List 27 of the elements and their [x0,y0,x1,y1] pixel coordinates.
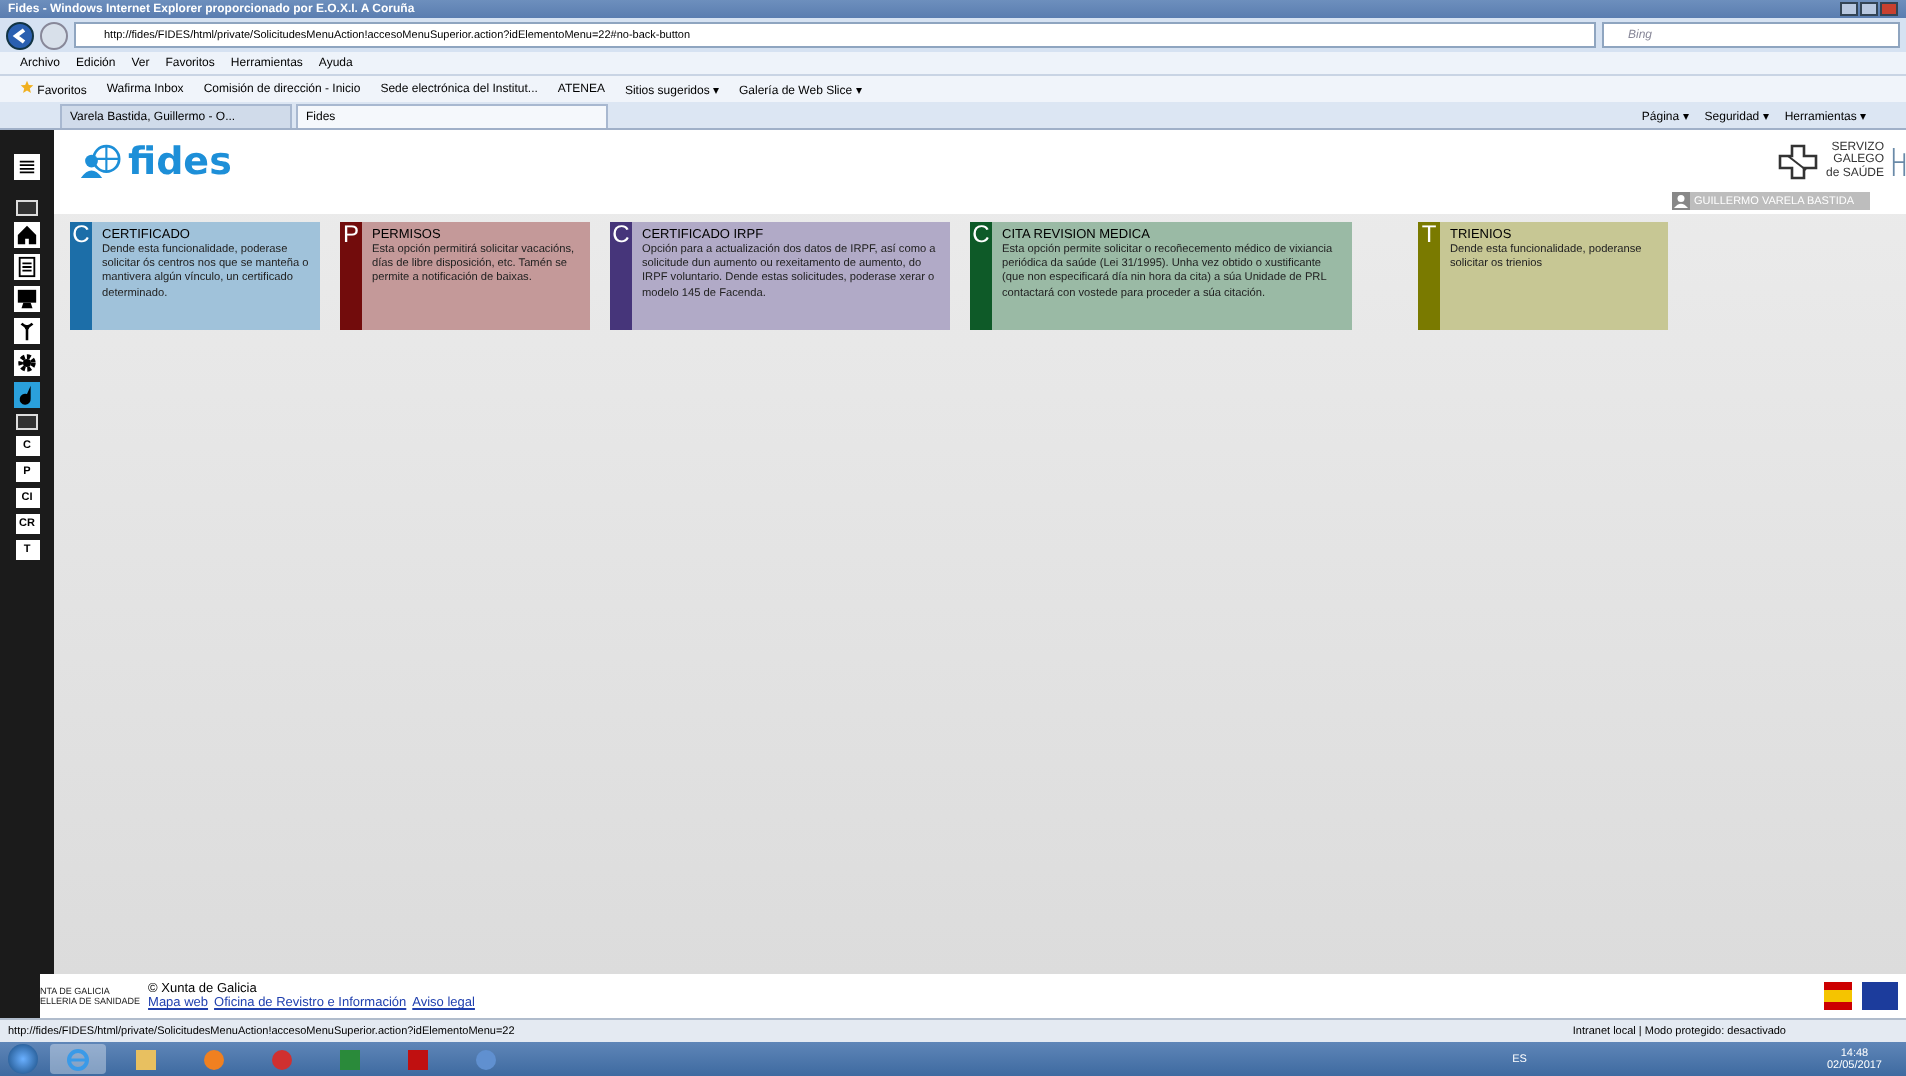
card-letter: C [70,222,92,330]
back-button[interactable] [6,21,34,49]
start-button[interactable] [8,1044,38,1074]
star-icon [20,80,34,94]
eu-flag-logo [1862,982,1898,1010]
maximize-button[interactable] [1860,2,1878,16]
gear-icon[interactable] [14,350,40,376]
document-icon[interactable] [14,254,40,280]
card-letter: P [340,222,362,330]
option-card[interactable] [970,222,1352,330]
home-icon[interactable] [14,222,40,248]
hospital-logo-icon [1892,143,1906,179]
minimize-button[interactable] [1840,2,1858,16]
cross-logo-icon [1777,143,1818,179]
card-letter: T [1418,222,1440,330]
spain-flag-logo [1824,982,1852,1010]
option-card[interactable] [610,222,950,330]
card-letter: C [610,222,632,330]
collapse-icon[interactable] [16,200,38,216]
antenna-icon[interactable] [14,318,40,344]
drop-icon[interactable] [14,382,40,408]
card-letter: C [970,222,992,330]
collapse-icon[interactable] [16,414,38,430]
logo-text: fides [128,139,232,183]
globe-person-icon [78,144,122,178]
menu-icon[interactable] [14,154,40,180]
monitor-icon[interactable] [14,286,40,312]
